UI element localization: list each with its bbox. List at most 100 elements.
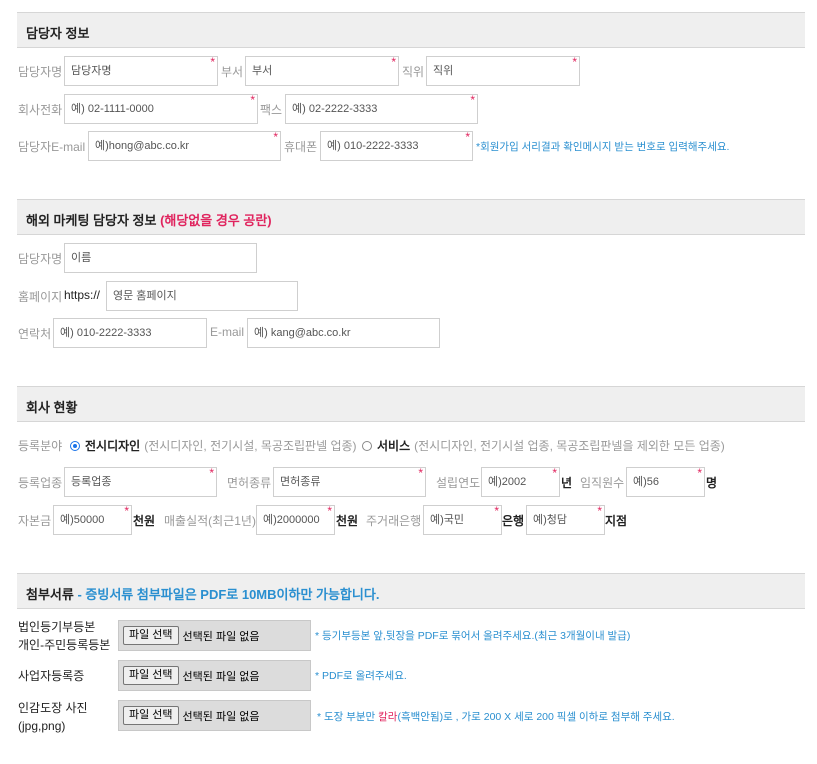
attachment-label-seal: 인감도장 사진 (jpg,png) <box>18 699 88 735</box>
required-mark: * <box>418 466 423 480</box>
contact-fax-label: 팩스 <box>260 103 283 117</box>
overseas-section-title: 해외 마케팅 담당자 정보 (해당없을 경우 공란) <box>26 210 272 229</box>
overseas-homepage-input[interactable] <box>107 282 297 310</box>
file-choose-button[interactable]: 파일 선택 <box>123 706 179 725</box>
attachment-note-registry: * 등기부등본 앞,뒷장을 PDF로 묶어서 올려주세요.(최근 3개월이내 발… <box>315 630 631 642</box>
radio-checked-icon[interactable] <box>70 440 80 451</box>
radio-exhibition-design[interactable]: 전시디자인 (전시디자인, 전기시설, 목공조립판넬 업종) <box>70 437 357 454</box>
overseas-name-field[interactable] <box>64 243 257 273</box>
overseas-contact-input[interactable] <box>54 319 206 347</box>
company-staff-input[interactable] <box>627 468 704 496</box>
attachment-label-business: 사업자등록증 <box>18 667 84 685</box>
file-status: 선택된 파일 없음 <box>182 630 260 643</box>
seal-note-pre: * 도장 부분만 <box>317 711 379 723</box>
company-branch-field[interactable]: * <box>526 504 605 535</box>
attachment-label-registry: 법인등기부등본 개인-주민등록등본 <box>18 618 110 654</box>
company-sales-unit: 천원 <box>336 514 359 528</box>
overseas-homepage-prefix: https:// <box>64 288 101 302</box>
contact-fax-input[interactable] <box>286 95 477 123</box>
required-mark: * <box>470 93 475 107</box>
contact-fax-field[interactable]: * <box>285 93 478 124</box>
company-bank-input[interactable] <box>424 506 501 534</box>
attachments-section-header: 첨부서류 - 증빙서류 첨부파일은 PDF로 10MB이하만 가능합니다. <box>17 573 805 609</box>
company-bank-unit: 은행 <box>502 514 525 528</box>
attachments-title-text: 첨부서류 <box>26 587 74 602</box>
company-sales-field[interactable]: * <box>256 504 335 535</box>
overseas-contact-field[interactable] <box>53 318 207 348</box>
file-choose-button[interactable]: 파일 선택 <box>123 626 179 645</box>
company-biz-label: 등록업종 <box>18 476 63 490</box>
overseas-title-text: 해외 마케팅 담당자 정보 <box>26 213 157 228</box>
contact-mobile-field[interactable]: * <box>320 130 473 161</box>
required-mark: * <box>124 504 129 518</box>
company-founded-unit: 년 <box>561 476 573 490</box>
contact-position-input[interactable] <box>427 57 579 85</box>
seal-note-post: (흑백안됨)로 , 가로 200 X 세로 200 픽셀 이하로 첨부해 주세요… <box>397 711 675 723</box>
contact-phone-input[interactable] <box>65 95 257 123</box>
contact-phone-field[interactable]: * <box>64 93 258 124</box>
overseas-title-note: (해당없을 경우 공란) <box>160 213 272 228</box>
overseas-section-header: 해외 마케팅 담당자 정보 (해당없을 경우 공란) <box>17 199 805 235</box>
company-founded-field[interactable]: * <box>481 466 560 497</box>
attachments-title-note: - 증빙서류 첨부파일은 PDF로 10MB이하만 가능합니다. <box>77 587 380 602</box>
required-mark: * <box>494 504 499 518</box>
radio-option2-desc: (전시디자인, 전기시설 업종, 목공조립판넬을 제외한 모든 업종) <box>414 439 725 453</box>
attachment-note-seal: * 도장 부분만 칼라(흑백안됨)로 , 가로 200 X 세로 200 픽셀 … <box>317 709 675 724</box>
company-capital-field[interactable]: * <box>53 504 132 535</box>
file-upload-seal[interactable]: 파일 선택 선택된 파일 없음 <box>118 700 311 731</box>
file-status: 선택된 파일 없음 <box>182 710 260 723</box>
company-staff-field[interactable]: * <box>626 466 705 497</box>
company-biz-field[interactable]: * <box>64 466 217 497</box>
contact-name-label: 담당자명 <box>18 65 63 79</box>
file-upload-registry[interactable]: 파일 선택 선택된 파일 없음 <box>118 620 311 651</box>
contact-mobile-label: 휴대폰 <box>284 140 318 154</box>
required-mark: * <box>210 55 215 69</box>
company-biz-input[interactable] <box>65 468 216 496</box>
file-status: 선택된 파일 없음 <box>182 670 260 683</box>
company-sales-input[interactable] <box>257 506 334 534</box>
company-license-input[interactable] <box>274 468 425 496</box>
company-branch-input[interactable] <box>527 506 604 534</box>
contact-name-input[interactable] <box>65 57 217 85</box>
contact-mobile-input[interactable] <box>321 132 472 160</box>
required-mark: * <box>209 466 214 480</box>
company-staff-label: 임직원수 <box>580 476 625 490</box>
contact-dept-input[interactable] <box>246 57 398 85</box>
contact-dept-field[interactable]: * <box>245 55 399 86</box>
company-bank-field[interactable]: * <box>423 504 502 535</box>
company-founded-input[interactable] <box>482 468 559 496</box>
company-bank-label: 주거래은행 <box>366 514 422 528</box>
contact-position-label: 직위 <box>402 65 425 79</box>
overseas-contact-label: 연락처 <box>18 327 52 341</box>
company-reg-label: 등록분야 <box>18 439 63 453</box>
attachment-note-business: * PDF로 올려주세요. <box>315 670 407 682</box>
file-choose-button[interactable]: 파일 선택 <box>123 666 179 685</box>
company-section-title: 회사 현황 <box>26 400 78 415</box>
contact-name-field[interactable]: * <box>64 55 218 86</box>
overseas-homepage-field[interactable] <box>106 281 298 311</box>
radio-unchecked-icon[interactable] <box>362 440 372 451</box>
overseas-name-input[interactable] <box>65 244 256 272</box>
contact-phone-label: 회사전화 <box>18 103 63 117</box>
attachments-section-title: 첨부서류 - 증빙서류 첨부파일은 PDF로 10MB이하만 가능합니다. <box>26 584 379 603</box>
company-founded-label: 설립연도 <box>436 476 481 490</box>
file-upload-business[interactable]: 파일 선택 선택된 파일 없음 <box>118 660 311 691</box>
required-mark: * <box>250 93 255 107</box>
radio-service[interactable]: 서비스 (전시디자인, 전기시설 업종, 목공조립판넬을 제외한 모든 업종) <box>362 437 725 454</box>
required-mark: * <box>391 55 396 69</box>
contact-email-input[interactable] <box>89 132 280 160</box>
overseas-email-input[interactable] <box>248 319 439 347</box>
required-mark: * <box>273 130 278 144</box>
company-capital-input[interactable] <box>54 506 131 534</box>
required-mark: * <box>697 466 702 480</box>
company-license-field[interactable]: * <box>273 466 426 497</box>
required-mark: * <box>572 55 577 69</box>
radio-option1-desc: (전시디자인, 전기시설, 목공조립판넬 업종) <box>144 439 357 453</box>
company-section-header: 회사 현황 <box>17 386 805 422</box>
contact-email-field[interactable]: * <box>88 130 281 161</box>
contact-position-field[interactable]: * <box>426 55 580 86</box>
company-capital-label: 자본금 <box>18 514 52 528</box>
overseas-email-field[interactable] <box>247 318 440 348</box>
company-sales-label: 매출실적(최근1년) <box>164 514 256 528</box>
company-capital-unit: 천원 <box>133 514 156 528</box>
